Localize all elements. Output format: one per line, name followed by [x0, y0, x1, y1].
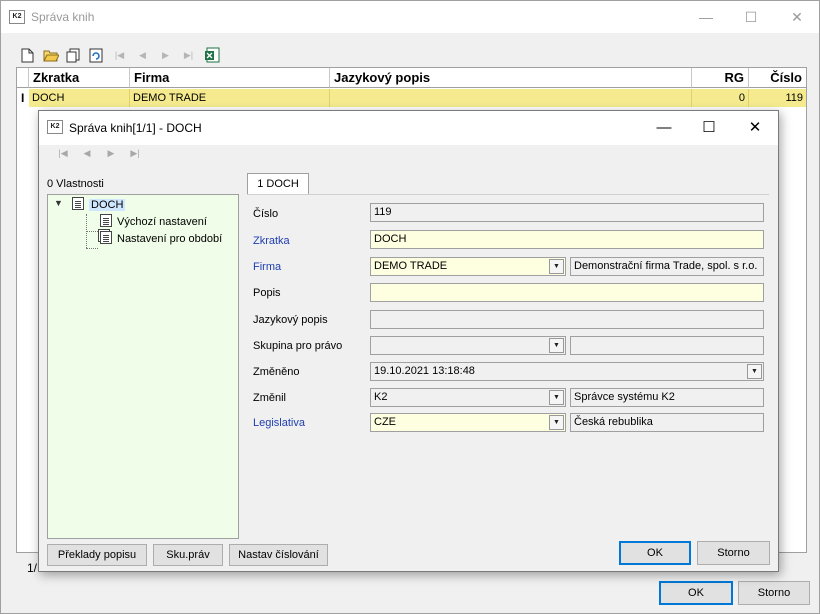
zkratka-label: Zkratka	[253, 235, 290, 247]
close-icon[interactable]: ✕	[732, 111, 778, 145]
outer-ok-button[interactable]: OK	[659, 581, 733, 605]
last-record-icon[interactable]: ▶|	[127, 148, 143, 159]
table-cell-jazykovy-popis[interactable]	[330, 89, 692, 107]
zmenil-select[interactable]: K2 ▼	[370, 388, 566, 407]
preklady-popisu-button[interactable]: Překlady popisu	[47, 544, 147, 566]
copy-icon[interactable]	[65, 47, 82, 64]
row-cursor-indicator: I	[21, 91, 25, 105]
zmeneno-field[interactable]: 19.10.2021 13:18:48 ▼	[370, 362, 764, 381]
previous-record-icon[interactable]: ◀	[134, 47, 151, 64]
tree-node-label: Nastavení pro období	[117, 233, 223, 245]
column-header-rg[interactable]: RG	[692, 68, 749, 88]
column-header-jazykovy-popis[interactable]: Jazykový popis	[330, 68, 692, 88]
tab-1-doch[interactable]: 1 DOCH	[247, 173, 309, 195]
popis-field[interactable]	[370, 283, 764, 302]
maximize-icon[interactable]: ☐	[728, 1, 774, 33]
dialog-nav-toolbar: |◀ ◀ ▶ ▶|	[55, 148, 143, 159]
title-bar: K2 Správa knih — ☐ ✕	[1, 1, 819, 33]
new-document-icon[interactable]	[19, 47, 36, 64]
tree-connector	[86, 231, 98, 232]
dialog-app-logo: K2	[47, 120, 63, 134]
zmeneno-value: 19.10.2021 13:18:48	[374, 365, 475, 377]
skupina-label: Skupina pro právo	[253, 340, 343, 352]
zmenil-description: Správce systému K2	[570, 388, 764, 407]
jazykovy-popis-label: Jazykový popis	[253, 314, 328, 326]
tree-connector	[86, 248, 98, 249]
first-record-icon[interactable]: |◀	[111, 47, 128, 64]
next-record-icon[interactable]: ▶	[157, 47, 174, 64]
properties-tree[interactable]: ▼ DOCH Výchozí nastavení Nastavení pro o…	[47, 194, 239, 539]
book-detail-dialog: K2 Správa knih[1/1] - DOCH — ☐ ✕ |◀ ◀ ▶ …	[38, 110, 779, 572]
dialog-cancel-button[interactable]: Storno	[697, 541, 770, 565]
firma-description: Demonstrační firma Trade, spol. s r.o.	[570, 257, 764, 276]
popis-label: Popis	[253, 287, 281, 299]
previous-record-icon[interactable]: ◀	[79, 148, 95, 159]
tree-header: 0 Vlastnosti	[47, 178, 104, 190]
tree-node-label: Výchozí nastavení	[117, 216, 207, 228]
tree-node-label: DOCH	[89, 199, 126, 211]
column-header-zkratka[interactable]: Zkratka	[29, 68, 130, 88]
dialog-title: Správa knih[1/1] - DOCH	[69, 121, 202, 135]
sku-prav-button[interactable]: Sku.práv	[153, 544, 223, 566]
first-record-icon[interactable]: |◀	[55, 148, 71, 159]
firma-select[interactable]: DEMO TRADE ▼	[370, 257, 566, 276]
chevron-down-icon[interactable]: ▼	[549, 338, 564, 353]
legislativa-description: Česká rebublika	[570, 413, 764, 432]
nastav-cislovani-button[interactable]: Nastav číslování	[229, 544, 328, 566]
app-logo: K2	[9, 10, 25, 24]
tree-node-vychozi-nastaveni[interactable]: Výchozí nastavení	[100, 214, 207, 230]
zmenil-label: Změnil	[253, 392, 287, 404]
legislativa-value: CZE	[374, 416, 396, 428]
zmeneno-label: Změněno	[253, 366, 300, 378]
open-folder-icon[interactable]	[42, 47, 59, 64]
tree-node-root[interactable]: DOCH	[72, 197, 126, 213]
chevron-down-icon[interactable]: ▼	[747, 364, 762, 379]
maximize-icon[interactable]: ☐	[686, 111, 732, 145]
skupina-description	[570, 336, 764, 355]
chevron-down-icon[interactable]: ▼	[549, 390, 564, 405]
column-header-firma[interactable]: Firma	[130, 68, 330, 88]
document-icon	[100, 214, 112, 227]
legislativa-label: Legislativa	[253, 417, 305, 429]
skupina-select[interactable]: ▼	[370, 336, 566, 355]
next-record-icon[interactable]: ▶	[103, 148, 119, 159]
legislativa-select[interactable]: CZE ▼	[370, 413, 566, 432]
jazykovy-popis-field[interactable]	[370, 310, 764, 329]
table-cell-rg[interactable]: 0	[692, 89, 749, 107]
collapse-icon[interactable]: ▼	[54, 198, 63, 208]
firma-label: Firma	[253, 261, 282, 273]
documents-icon	[100, 231, 112, 244]
last-record-icon[interactable]: ▶|	[180, 47, 197, 64]
record-counter: 1/	[27, 561, 38, 575]
table-cell-cislo[interactable]: 119	[749, 89, 806, 107]
zkratka-field[interactable]: DOCH	[370, 230, 764, 249]
row-header-cell	[17, 68, 29, 88]
dialog-ok-button[interactable]: OK	[619, 541, 691, 565]
chevron-down-icon[interactable]: ▼	[549, 415, 564, 430]
refresh-icon[interactable]	[88, 47, 105, 64]
tree-node-nastaveni-pro-obdobi[interactable]: Nastavení pro období	[100, 231, 222, 247]
firma-value: DEMO TRADE	[374, 260, 448, 272]
minimize-icon[interactable]: —	[683, 1, 729, 33]
zmenil-value: K2	[374, 391, 388, 403]
outer-cancel-button[interactable]: Storno	[738, 581, 810, 605]
window-title: Správa knih	[31, 10, 95, 24]
table-cell-zkratka[interactable]: DOCH	[29, 89, 130, 107]
tab-divider	[247, 194, 769, 195]
close-icon[interactable]: ✕	[774, 1, 820, 33]
minimize-icon[interactable]: —	[641, 111, 687, 145]
document-icon	[72, 197, 84, 210]
column-header-cislo[interactable]: Číslo	[749, 68, 806, 88]
excel-export-icon[interactable]	[203, 47, 220, 64]
dialog-title-bar: K2 Správa knih[1/1] - DOCH — ☐ ✕	[39, 111, 778, 145]
cislo-label: Číslo	[253, 208, 279, 220]
cislo-field: 119	[370, 203, 764, 222]
main-toolbar: |◀ ◀ ▶ ▶|	[19, 45, 220, 65]
table-cell-firma[interactable]: DEMO TRADE	[130, 89, 330, 107]
chevron-down-icon[interactable]: ▼	[549, 259, 564, 274]
